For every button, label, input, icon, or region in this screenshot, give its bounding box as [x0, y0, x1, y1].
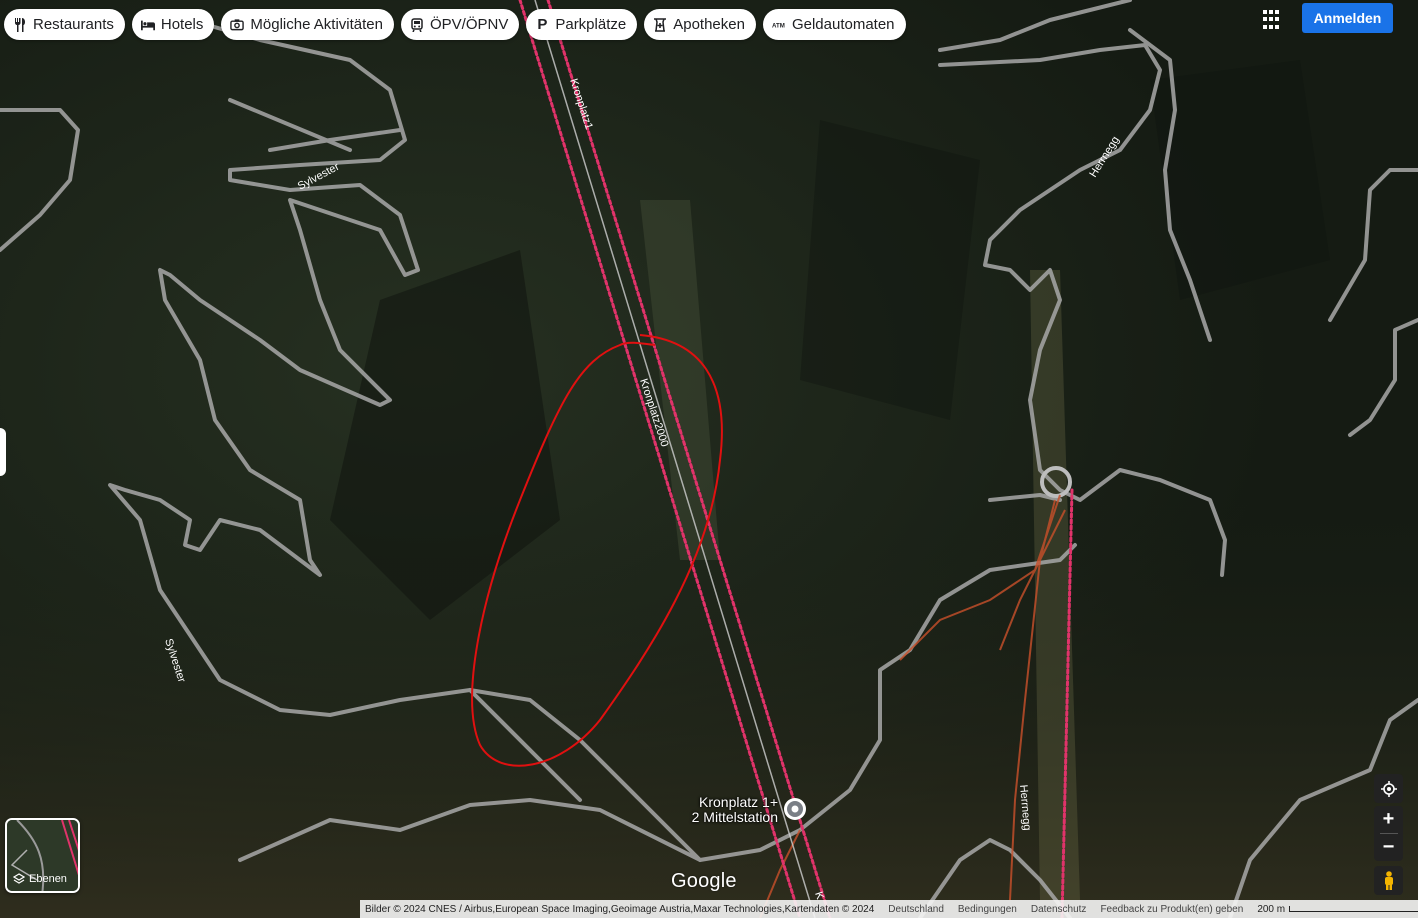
fork-knife-icon	[13, 17, 27, 32]
bed-icon	[140, 18, 155, 32]
zoom-in-button[interactable]: +	[1383, 806, 1395, 833]
chip-transit-label: ÖPV/ÖPNV	[429, 16, 509, 33]
layers-icon	[13, 873, 25, 884]
chip-parking[interactable]: P Parkplätze	[526, 9, 638, 40]
place-label-line1: Kronplatz 1+	[699, 794, 778, 810]
zoom-controls: + −	[1374, 806, 1403, 861]
chip-parking-label: Parkplätze	[555, 16, 627, 33]
chip-restaurants-label: Restaurants	[33, 16, 114, 33]
my-location-icon	[1380, 780, 1397, 797]
my-location-button[interactable]	[1374, 774, 1403, 803]
map-footer: Bilder © 2024 CNES / Airbus,European Spa…	[360, 900, 1418, 918]
feedback-link[interactable]: Feedback zu Produkt(en) geben	[1100, 904, 1243, 915]
pegman-icon	[1384, 870, 1393, 890]
place-pin-icon[interactable]	[784, 798, 806, 820]
chip-hotels[interactable]: Hotels	[131, 9, 215, 40]
pegman-button[interactable]	[1374, 866, 1403, 895]
privacy-link[interactable]: Datenschutz	[1031, 904, 1087, 915]
train-icon	[410, 17, 424, 32]
chip-atms[interactable]: ATM Geldautomaten	[762, 9, 906, 40]
place-label[interactable]: Kronplatz 1+ 2 Mittelstation	[655, 795, 778, 825]
signin-button[interactable]: Anmelden	[1302, 3, 1393, 33]
chip-activities-label: Mögliche Aktivitäten	[250, 16, 383, 33]
chip-atms-label: Geldautomaten	[791, 16, 895, 33]
camera-icon	[230, 18, 245, 32]
country-link[interactable]: Deutschland	[888, 904, 944, 915]
scale-bar-line	[1289, 906, 1418, 912]
svg-text:ATM: ATM	[772, 22, 785, 28]
scale-bar[interactable]: 200 m	[1257, 904, 1418, 915]
imagery-attribution: Bilder © 2024 CNES / Airbus,European Spa…	[365, 903, 875, 915]
place-label-line2: 2 Mittelstation	[691, 809, 778, 825]
chip-transit[interactable]: ÖPV/ÖPNV	[400, 9, 520, 40]
apps-grid-icon[interactable]	[1262, 9, 1284, 31]
pharmacy-icon	[653, 17, 667, 32]
parking-icon: P	[537, 16, 548, 33]
chip-activities[interactable]: Mögliche Aktivitäten	[221, 9, 394, 40]
side-panel-toggle[interactable]	[0, 428, 6, 476]
atm-icon: ATM	[772, 18, 786, 32]
satellite-map[interactable]: Kronplatz1 Kronplatz2000 K Sylvester Syl…	[0, 0, 1418, 918]
google-logo: Google	[671, 870, 737, 892]
category-chips: Restaurants Hotels Mögliche Aktivitäten …	[4, 9, 906, 40]
scale-label: 200 m	[1257, 903, 1286, 915]
chip-pharmacies-label: Apotheken	[673, 16, 745, 33]
chip-pharmacies[interactable]: Apotheken	[644, 9, 756, 40]
chip-restaurants[interactable]: Restaurants	[4, 9, 125, 40]
layers-button[interactable]: Ebenen	[5, 818, 80, 893]
chip-hotels-label: Hotels	[160, 16, 204, 33]
terms-link[interactable]: Bedingungen	[958, 904, 1017, 915]
zoom-out-button[interactable]: −	[1383, 834, 1395, 861]
layers-label: Ebenen	[13, 873, 67, 885]
layers-label-text: Ebenen	[29, 873, 67, 885]
